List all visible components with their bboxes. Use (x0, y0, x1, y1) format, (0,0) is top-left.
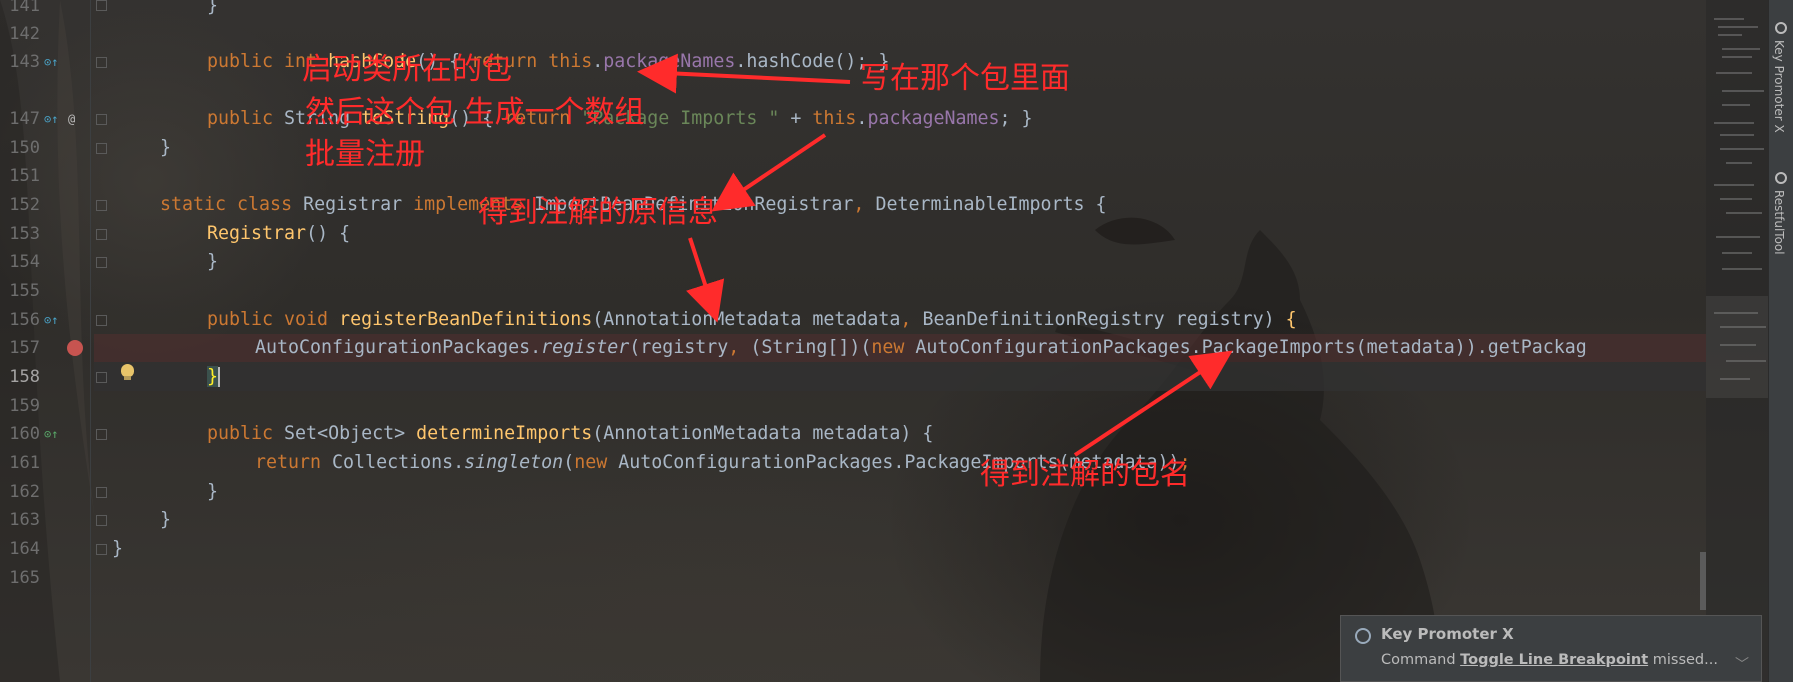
right-tool-sidebar: Key Promoter X RestfulTool (1768, 0, 1793, 682)
annotation-get-meta: 得到注解的原信息 (478, 195, 718, 230)
arrow-to-import-registrar (711, 133, 827, 212)
annotation-batch-register: 批量注册 (305, 137, 425, 172)
annotation-generate-array: 然后这个包 生成一个数组 (305, 95, 645, 130)
toggle-line-breakpoint-link[interactable]: Toggle Line Breakpoint (1460, 652, 1648, 668)
key-promoter-icon (1355, 628, 1371, 644)
arrow-to-package-imports (1073, 350, 1233, 457)
restful-tool-icon[interactable] (1775, 172, 1787, 184)
vertical-scrollbar-thumb[interactable] (1700, 552, 1706, 610)
code-minimap[interactable] (1706, 0, 1768, 682)
tab-restful-tool[interactable]: RestfulTool (1772, 190, 1786, 255)
annotation-startup-package: 启动类所在的包 (302, 52, 512, 87)
key-promoter-notification[interactable]: Key Promoter X Command Toggle Line Break… (1340, 615, 1762, 682)
arrow-to-package-names (637, 53, 851, 94)
key-promoter-icon[interactable] (1775, 22, 1787, 34)
annotation-write-in-package: 写在那个包里面 (860, 61, 1070, 96)
chevron-down-icon[interactable]: ﹀ (1735, 654, 1749, 674)
notification-message: Command Toggle Line Breakpoint missed... (1381, 652, 1718, 668)
tab-key-promoter-x[interactable]: Key Promoter X (1772, 40, 1786, 133)
annotation-arrows (637, 53, 1233, 457)
annotation-get-package-name: 得到注解的包名 (980, 457, 1190, 492)
notification-title: Key Promoter X (1381, 625, 1514, 643)
arrow-to-annotation-metadata (686, 237, 725, 323)
